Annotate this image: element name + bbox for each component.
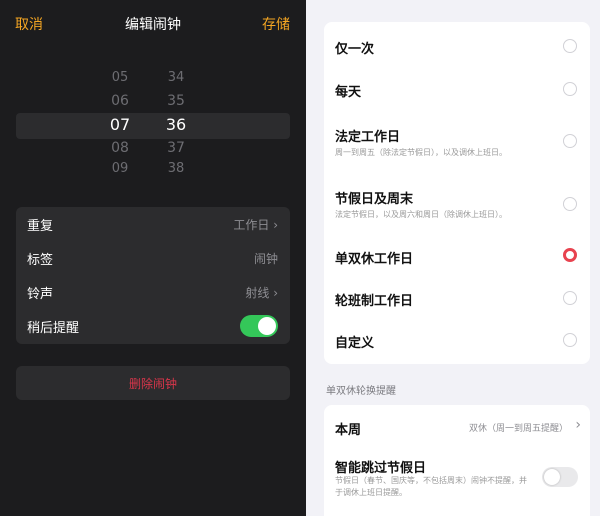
option-title: 节假日及周末 (335, 192, 414, 207)
snooze-toggle[interactable] (240, 315, 278, 337)
option-statutory-workdays[interactable]: 法定工作日 周一到周五（除法定节假日），以及调休上班日。 (324, 110, 590, 172)
ringtone-label: 铃声 (27, 287, 54, 302)
radio-button[interactable] (563, 197, 577, 211)
option-title: 单双休工作日 (335, 252, 414, 267)
toggle-knob (258, 317, 276, 335)
smart-skip-title: 智能跳过节假日 (335, 461, 427, 476)
smart-skip-toggle[interactable] (542, 467, 578, 487)
hour-option[interactable]: 08 (100, 140, 140, 156)
minute-option[interactable]: 38 (156, 161, 196, 176)
rotation-settings-card: 本周 双休（周一到周五提醒） › 智能跳过节假日 节假日（春节、国庆等，不包括周… (324, 405, 590, 516)
option-holidays-weekends[interactable]: 节假日及周末 法定节假日，以及周六和周日（除调休上班日）。 (324, 172, 590, 236)
picker-selection-band (16, 113, 290, 139)
option-title: 自定义 (335, 336, 375, 351)
alarm-settings-list: 重复 工作日 › 标签 闹钟 铃声 射线 › 稍后提醒 (16, 207, 290, 344)
repeat-value: 工作日 › (233, 218, 278, 232)
option-single-double-rest[interactable]: 单双休工作日 (324, 236, 590, 278)
top-bar: 取消 编辑闹钟 存储 (0, 0, 306, 48)
page-title: 编辑闹钟 (125, 17, 181, 33)
option-description: 周一到周五（除法定节假日），以及调休上班日。 (335, 148, 507, 157)
smart-skip-description: 节假日（春节、国庆等，不包括周末）闹钟不提醒，并于调休上班日提醒。 (335, 476, 527, 497)
hour-option[interactable]: 06 (100, 93, 140, 109)
toggle-knob (544, 469, 560, 485)
snooze-label: 稍后提醒 (27, 321, 80, 336)
radio-button[interactable] (563, 134, 577, 148)
option-title: 每天 (335, 85, 362, 100)
minute-option[interactable]: 34 (156, 70, 196, 85)
option-daily[interactable]: 每天 (324, 68, 590, 110)
repeat-options-panel: 仅一次 每天 法定工作日 周一到周五（除法定节假日），以及调休上班日。 节假日及… (312, 0, 600, 516)
radio-button[interactable] (563, 291, 577, 305)
option-title: 仅一次 (335, 42, 375, 57)
radio-button[interactable] (563, 333, 577, 347)
minute-option[interactable]: 35 (156, 93, 196, 109)
this-week-value: 双休（周一到周五提醒） (468, 424, 568, 434)
radio-button-selected[interactable] (563, 248, 577, 262)
this-week-label: 本周 (335, 423, 362, 438)
option-once[interactable]: 仅一次 (324, 22, 590, 68)
chevron-right-icon: › (575, 417, 581, 433)
repeat-label: 重复 (27, 219, 54, 234)
hour-option[interactable]: 05 (100, 70, 140, 85)
option-custom[interactable]: 自定义 (324, 320, 590, 364)
minute-option[interactable]: 37 (156, 140, 196, 156)
section-label: 单双休轮换提醒 (326, 386, 396, 397)
radio-button[interactable] (563, 39, 577, 53)
hour-selected[interactable]: 07 (100, 115, 140, 134)
label-label: 标签 (27, 253, 54, 268)
option-title: 轮班制工作日 (335, 294, 414, 309)
option-shift-workdays[interactable]: 轮班制工作日 (324, 278, 590, 320)
radio-button[interactable] (563, 82, 577, 96)
option-title: 法定工作日 (335, 130, 401, 145)
hour-option[interactable]: 09 (100, 161, 140, 176)
label-value: 闹钟 (253, 252, 278, 266)
save-button[interactable]: 存储 (262, 14, 290, 34)
repeat-row[interactable]: 重复 工作日 › (16, 207, 290, 241)
ringtone-value: 射线 › (245, 286, 278, 300)
label-row[interactable]: 标签 闹钟 (16, 241, 290, 275)
delete-alarm-button[interactable]: 删除闹钟 (16, 366, 290, 400)
time-picker[interactable]: 05 06 07 08 09 34 35 36 37 38 (0, 56, 306, 190)
chevron-right-icon: › (273, 218, 278, 232)
ringtone-row[interactable]: 铃声 射线 › (16, 275, 290, 309)
repeat-options-card: 仅一次 每天 法定工作日 周一到周五（除法定节假日），以及调休上班日。 节假日及… (324, 22, 590, 364)
minute-selected[interactable]: 36 (156, 115, 196, 134)
edit-alarm-panel: 取消 编辑闹钟 存储 05 06 07 08 09 34 35 36 37 38… (0, 0, 306, 516)
delete-alarm-label: 删除闹钟 (128, 377, 177, 391)
option-description: 法定节假日，以及周六和周日（除调休上班日）。 (335, 210, 507, 219)
chevron-right-icon: › (273, 286, 278, 300)
snooze-row: 稍后提醒 (16, 309, 290, 343)
